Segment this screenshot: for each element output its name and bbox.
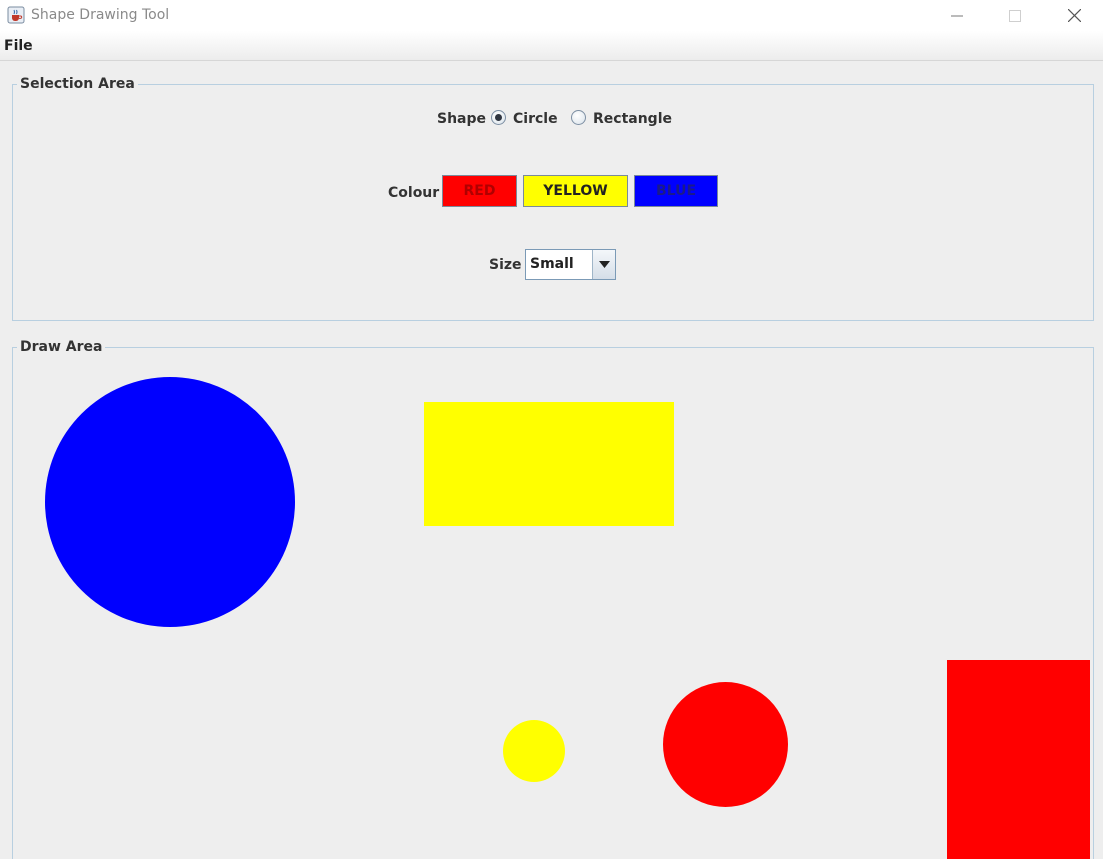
drawn-circle-3 (503, 720, 565, 782)
title-bar: Shape Drawing Tool (0, 0, 1103, 31)
close-button[interactable] (1045, 0, 1103, 31)
selection-area-title: Selection Area (17, 76, 138, 92)
circle-radio-label[interactable]: Circle (513, 111, 558, 127)
circle-radio[interactable] (491, 110, 506, 125)
drawn-rectangle-2 (424, 402, 674, 526)
menu-file[interactable]: File (4, 38, 33, 54)
rectangle-radio-label[interactable]: Rectangle (593, 111, 672, 127)
rectangle-radio[interactable] (571, 110, 586, 125)
close-icon (1067, 9, 1081, 22)
yellow-button[interactable]: YELLOW (523, 175, 628, 207)
size-dropdown-arrow-button[interactable] (593, 250, 615, 279)
size-label: Size (489, 257, 522, 273)
shape-label: Shape (437, 111, 487, 127)
drawn-circle-1 (45, 377, 295, 627)
minimize-icon (951, 15, 963, 16)
java-cup-icon (7, 6, 25, 24)
blue-button[interactable]: BLUE (634, 175, 718, 207)
maximize-icon (1009, 9, 1021, 22)
minimize-button[interactable] (928, 0, 986, 31)
drawn-rectangle-5 (947, 660, 1090, 859)
colour-label: Colour (388, 185, 440, 201)
size-dropdown-value: Small (530, 256, 574, 272)
chevron-down-icon (598, 261, 610, 268)
menu-bar: File (0, 31, 1103, 61)
draw-area-title: Draw Area (17, 339, 106, 355)
maximize-button[interactable] (986, 0, 1044, 31)
size-dropdown[interactable]: Small (525, 249, 616, 280)
window-title: Shape Drawing Tool (31, 7, 170, 23)
drawn-circle-4 (663, 682, 788, 807)
red-button[interactable]: RED (442, 175, 517, 207)
